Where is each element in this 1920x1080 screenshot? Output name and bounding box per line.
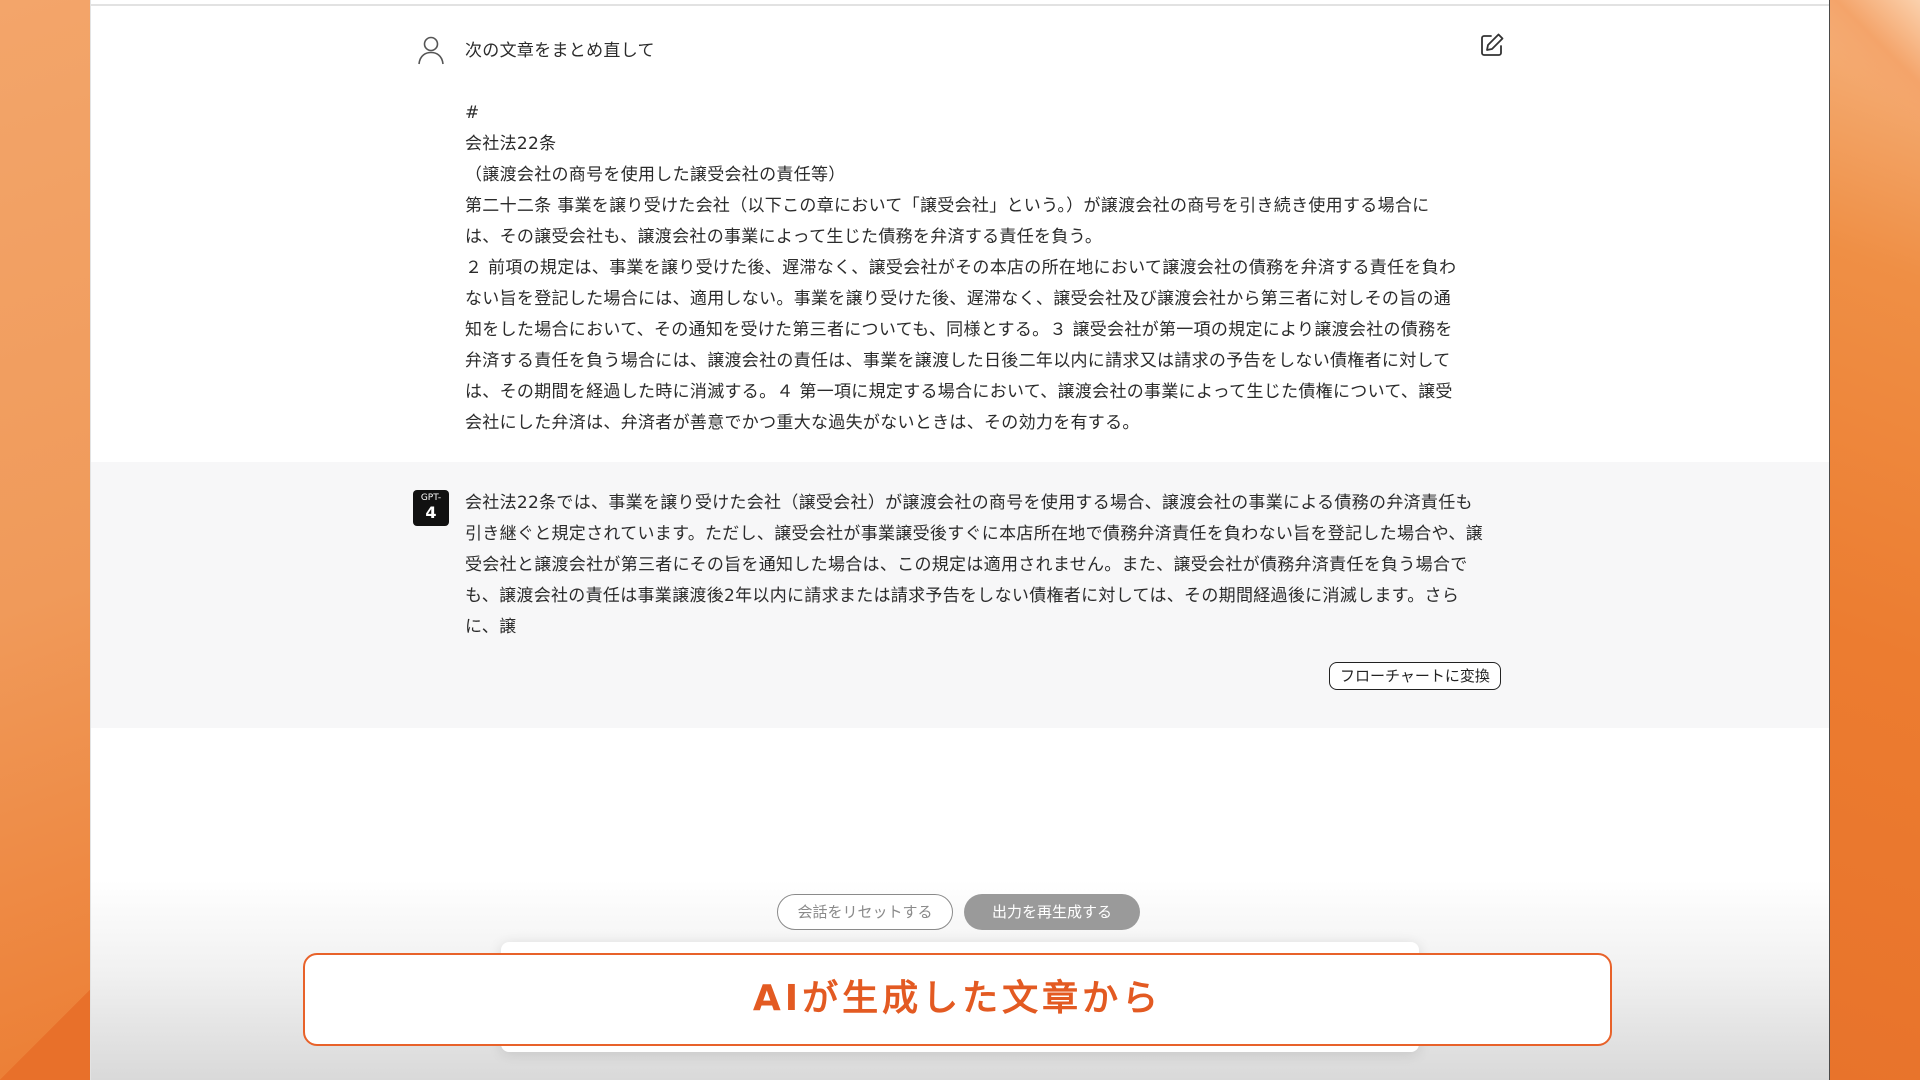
caption-text: AIが生成した文章から	[752, 978, 1163, 1019]
assistant-message-line: に、譲	[465, 617, 517, 637]
gpt4-badge-top: GPT-	[420, 493, 442, 503]
assistant-message-line: 引き継ぐと規定されています。ただし、譲受会社が事業譲受後すぐに本店所在地で債務弁…	[465, 524, 1483, 544]
edit-icon[interactable]	[1479, 32, 1505, 58]
user-message-line: ない旨を登記した場合には、適用しない。事業を譲り受けた後、遅滞なく、譲受会社及び…	[465, 289, 1452, 309]
gpt4-badge-bottom: 4	[425, 503, 437, 522]
user-message-line: ２ 前項の規定は、事業を譲り受けた後、遅滞なく、譲受会社がその本店の所在地におい…	[465, 258, 1457, 278]
background-left-stripe	[0, 990, 90, 1080]
user-message-line: （譲渡会社の商号を使用した譲受会社の責任等）	[465, 165, 846, 185]
background-right	[1830, 0, 1920, 1080]
assistant-message-text: 会社法22条では、事業を譲り受けた会社（譲受会社）が譲渡会社の商号を使用する場合…	[465, 488, 1505, 643]
assistant-message-line: 受会社と譲渡会社が第三者にその旨を通知した場合は、この規定は適用されません。また…	[465, 555, 1468, 575]
user-message-line: 第二十二条 事業を譲り受けた会社（以下この章において「譲受会社」という。）が譲渡…	[465, 196, 1430, 216]
user-message-title: 次の文章をまとめ直して	[465, 41, 655, 61]
user-message-line: 知をした場合において、その通知を受けた第三者についても、同様とする。３ 譲受会社…	[465, 320, 1453, 340]
reset-conversation-button[interactable]: 会話をリセットする	[777, 894, 953, 930]
background-right-stripe	[1830, 0, 1920, 120]
user-message-line: 弁済する責任を負う場合には、譲渡会社の責任は、事業を譲渡した日後二年以内に請求又…	[465, 351, 1451, 371]
chat-window: 次の文章をまとめ直して # 会社法22条 （譲渡会社の商号を使用した譲受会社の責…	[90, 0, 1830, 1080]
regenerate-output-button[interactable]: 出力を再生成する	[964, 894, 1140, 930]
assistant-message-line: 会社法22条では、事業を譲り受けた会社（譲受会社）が譲渡会社の商号を使用する場合…	[465, 493, 1473, 513]
assistant-message: GPT- 4 会社法22条では、事業を譲り受けた会社（譲受会社）が譲渡会社の商号…	[91, 462, 1829, 728]
convert-to-flowchart-button[interactable]: フローチャートに変換	[1329, 662, 1501, 690]
user-message-line: #	[465, 103, 480, 123]
background-left	[0, 0, 90, 1080]
user-message-line: は、その期間を経過した時に消滅する。４ 第一項に規定する場合において、譲渡会社の…	[465, 382, 1453, 402]
user-message: 次の文章をまとめ直して # 会社法22条 （譲渡会社の商号を使用した譲受会社の責…	[91, 6, 1829, 462]
user-icon	[418, 36, 444, 65]
user-message-line: 会社法22条	[465, 134, 557, 154]
user-message-line: は、その譲受会社も、譲渡会社の事業によって生じた債務を弁済する責任を負う。	[465, 227, 1103, 247]
gpt4-avatar: GPT- 4	[413, 490, 449, 526]
assistant-message-line: も、譲渡会社の責任は事業譲渡後2年以内に請求または請求予告をしない債権者に対して…	[465, 586, 1460, 606]
caption-banner: AIが生成した文章から	[303, 953, 1612, 1046]
user-message-line: 会社にした弁済は、弁済者が善意でかつ重大な過失がないときは、その効力を有する。	[465, 413, 1140, 433]
user-message-text: 次の文章をまとめ直して # 会社法22条 （譲渡会社の商号を使用した譲受会社の責…	[465, 36, 1485, 439]
